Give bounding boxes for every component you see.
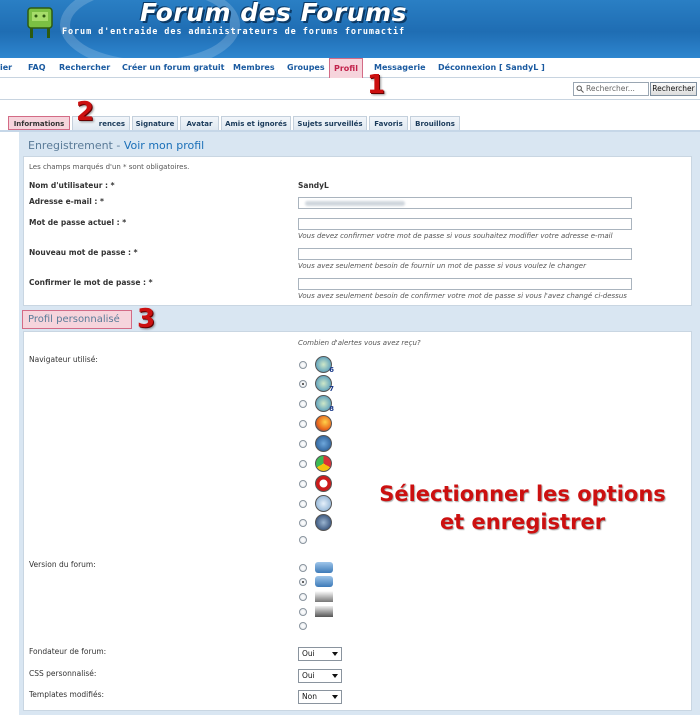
- nav-item-faq[interactable]: FAQ: [24, 58, 50, 78]
- ie7-icon: 7: [315, 375, 334, 393]
- nav-item-calendar[interactable]: ier: [0, 58, 16, 78]
- tab-avatar[interactable]: Avatar: [180, 116, 219, 130]
- tab-watched-topics[interactable]: Sujets surveillés: [293, 116, 367, 130]
- chrome-icon: [315, 455, 332, 472]
- nav-item-create-forum[interactable]: Créer un forum gratuit: [118, 58, 228, 78]
- browser-radio-netscape[interactable]: [299, 440, 307, 448]
- confirm-password-label: Confirmer le mot de passe : *: [29, 278, 153, 287]
- confirm-password-hint: Vous avez seulement besoin de confirmer …: [298, 292, 627, 300]
- tab-friends-ignored[interactable]: Amis et ignorés: [221, 116, 291, 130]
- browser-radio-safari[interactable]: [299, 500, 307, 508]
- header-banner: Forum des Forums Forum d'entraide des ad…: [0, 0, 700, 58]
- netscape-icon: [315, 435, 332, 452]
- firefox-icon: [315, 415, 332, 432]
- registration-heading-prefix: Enregistrement -: [28, 139, 124, 152]
- custom-css-value: Oui: [302, 671, 315, 680]
- version-radio-none[interactable]: [299, 622, 307, 630]
- version-radio-phpbb2[interactable]: [299, 564, 307, 572]
- dropdown-arrow-icon: [332, 695, 338, 699]
- tab-drafts[interactable]: Brouillons: [410, 116, 460, 130]
- nav-item-profile[interactable]: Profil: [329, 58, 363, 78]
- nav-item-members[interactable]: Membres: [229, 58, 279, 78]
- nav-item-search[interactable]: Rechercher: [55, 58, 114, 78]
- confirm-password-field[interactable]: [298, 278, 632, 290]
- search-button[interactable]: Rechercher: [650, 82, 697, 96]
- founder-label: Fondateur de forum:: [29, 647, 107, 656]
- new-password-label: Nouveau mot de passe : *: [29, 248, 138, 257]
- ie6-icon: 6: [315, 356, 334, 374]
- tab-informations[interactable]: Informations: [8, 116, 70, 130]
- phpbb2-icon: [315, 562, 333, 573]
- templates-select[interactable]: Non: [298, 690, 342, 704]
- browser-radio-none[interactable]: [299, 536, 307, 544]
- tab-favorites[interactable]: Favoris: [369, 116, 408, 130]
- annotation-step-1: 1: [367, 70, 386, 100]
- blurred-email: [305, 201, 405, 206]
- forum-logo-icon[interactable]: [22, 2, 58, 42]
- version-radio-phpbb3[interactable]: [299, 578, 307, 586]
- new-password-hint: Vous avez seulement besoin de fournir un…: [298, 262, 586, 270]
- divider: [0, 99, 700, 100]
- founder-select[interactable]: Oui: [298, 647, 342, 661]
- annotation-step-3: 3: [137, 304, 156, 334]
- new-password-field[interactable]: [298, 248, 632, 260]
- browser-radio-chrome[interactable]: [299, 460, 307, 468]
- dropdown-arrow-icon: [332, 674, 338, 678]
- browser-radio-ie8[interactable]: [299, 400, 307, 408]
- invision-icon: [315, 606, 333, 617]
- opera-icon: [315, 475, 332, 492]
- annotation-instruction-line1: Sélectionner les options: [379, 482, 666, 506]
- tab-signature[interactable]: Signature: [132, 116, 178, 130]
- search-placeholder: Rechercher...: [586, 84, 635, 93]
- browser-radio-ie7[interactable]: [299, 380, 307, 388]
- version-radio-invision[interactable]: [299, 608, 307, 616]
- registration-heading: Enregistrement - Voir mon profil: [28, 139, 204, 152]
- forum-title: Forum des Forums: [140, 0, 407, 27]
- required-fields-note: Les champs marqués d'un * sont obligatoi…: [29, 163, 190, 171]
- dropdown-arrow-icon: [332, 652, 338, 656]
- search-input[interactable]: Rechercher...: [573, 82, 649, 96]
- founder-value: Oui: [302, 649, 315, 658]
- browser-label: Navigateur utilisé:: [29, 355, 98, 364]
- current-password-field[interactable]: [298, 218, 632, 230]
- templates-label: Templates modifiés:: [29, 690, 105, 699]
- ie8-icon: 8: [315, 395, 334, 413]
- custom-css-select[interactable]: Oui: [298, 669, 342, 683]
- phpbb3-icon: [315, 576, 333, 587]
- annotation-step-2: 2: [76, 97, 95, 127]
- annotation-instruction: Sélectionner les options et enregistrer: [355, 480, 690, 536]
- view-profile-link[interactable]: Voir mon profil: [124, 139, 204, 152]
- safari-icon: [315, 495, 332, 512]
- templates-value: Non: [302, 692, 317, 701]
- username-label: Nom d'utilisateur : *: [29, 181, 115, 190]
- browser-radio-firefox[interactable]: [299, 420, 307, 428]
- annotation-instruction-line2: et enregistrer: [439, 510, 606, 534]
- custom-css-label: CSS personnalisé:: [29, 669, 97, 678]
- version-radio-punbb[interactable]: [299, 593, 307, 601]
- current-password-label: Mot de passe actuel : *: [29, 218, 127, 227]
- browser-radio-ie6[interactable]: [299, 361, 307, 369]
- forum-version-label: Version du forum:: [29, 560, 96, 569]
- alerts-question: Combien d'alertes vous avez reçu?: [298, 339, 421, 347]
- nav-item-groups[interactable]: Groupes: [283, 58, 329, 78]
- email-label: Adresse e-mail : *: [29, 197, 104, 206]
- current-password-hint: Vous devez confirmer votre mot de passe …: [298, 232, 613, 240]
- browser-radio-navigator[interactable]: [299, 519, 307, 527]
- punbb-icon: [315, 591, 333, 602]
- nav-item-logout[interactable]: Déconnexion [ SandyL ]: [434, 58, 549, 78]
- email-field[interactable]: [298, 197, 632, 209]
- magnifier-icon: [576, 85, 584, 93]
- forum-subtitle: Forum d'entraide des administrateurs de …: [62, 27, 405, 37]
- username-value: SandyL: [298, 181, 329, 190]
- custom-profile-heading: Profil personnalisé: [22, 310, 132, 329]
- browser-radio-opera[interactable]: [299, 480, 307, 488]
- navigator-icon: [315, 514, 332, 531]
- main-navbar: ier FAQ Rechercher Créer un forum gratui…: [0, 58, 700, 78]
